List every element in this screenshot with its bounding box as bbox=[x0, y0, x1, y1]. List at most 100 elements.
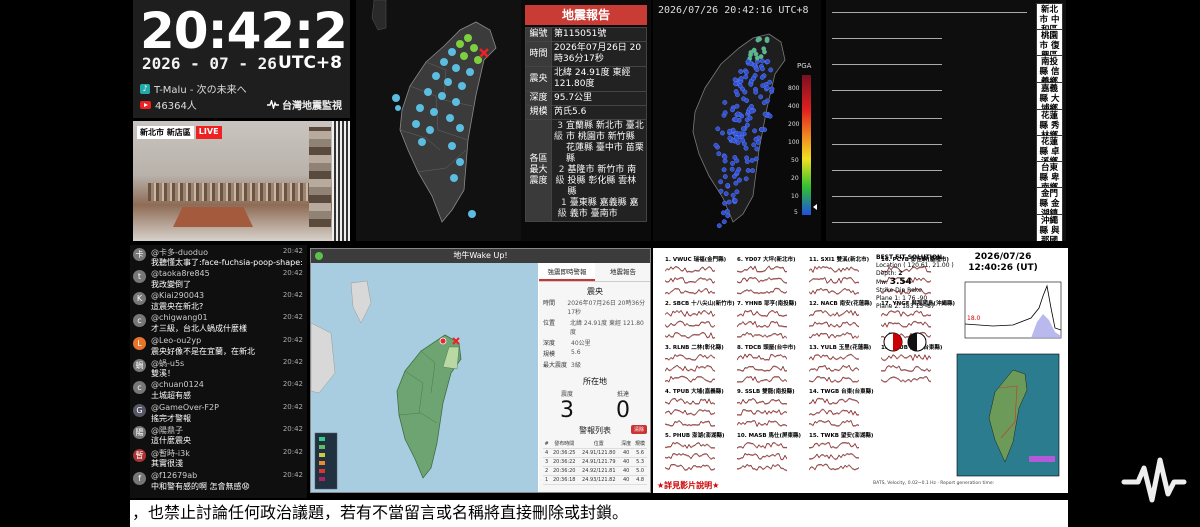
chat-time: 20:42 bbox=[282, 380, 303, 388]
bfs-location: Location ( 120.61, 21.00 ) bbox=[876, 262, 954, 269]
pga-map-svg: PGA 800 400 200 100 50 20 10 5 bbox=[692, 33, 817, 229]
pga-color-scale bbox=[802, 75, 811, 215]
alarm-cell: 2 bbox=[543, 466, 551, 476]
legend-swatch bbox=[319, 469, 325, 473]
pga-scale-label: 5 bbox=[794, 209, 798, 216]
alarm-row[interactable]: 1 20:36:18 24.93/121.82 40 4.8 bbox=[543, 475, 647, 485]
info-value: 3級 bbox=[571, 362, 581, 369]
pga-station-dot bbox=[733, 135, 739, 141]
avatar: c bbox=[133, 381, 146, 394]
generation-time: Report generation time: bbox=[940, 481, 995, 486]
station-marker bbox=[439, 337, 447, 345]
alarm-cell: 5.3 bbox=[633, 457, 647, 467]
pga-station-dot bbox=[733, 89, 739, 94]
legend-swatch bbox=[319, 477, 325, 481]
wakeup-map-svg bbox=[311, 280, 462, 490]
alarm-row[interactable]: 4 20:36:25 24.91/121.80 40 5.6 bbox=[543, 448, 647, 458]
pga-station-dot bbox=[732, 155, 738, 160]
clock-time: 20:42:28 bbox=[140, 2, 350, 60]
report-row: 規模 芮氏5.6 bbox=[525, 105, 647, 120]
alarm-row[interactable]: 3 20:36:22 24.91/121.79 40 5.3 bbox=[543, 457, 647, 467]
alarm-row[interactable]: 2 20:36:20 24.92/121.81 40 5.0 bbox=[543, 466, 647, 476]
pga-station-dot bbox=[745, 59, 751, 64]
pga-station-dot bbox=[759, 127, 765, 132]
webcam-tag: 新北市 新店區 LIVE bbox=[137, 126, 222, 139]
pga-station-dot bbox=[750, 168, 756, 174]
pga-station-dot bbox=[765, 59, 771, 64]
report-value: 95.7公里 bbox=[551, 91, 647, 106]
avatar: 暫 bbox=[133, 449, 146, 462]
station-list: 新北市 中和區 桃園市 復興區 南投縣 信義鄉 嘉義縣 大埔鄉 花蓮縣 秀林鄉 … bbox=[826, 0, 1066, 241]
pga-timestamp: 2026/07/26 20:42:16 UTC+8 bbox=[658, 5, 809, 16]
pga-station-dot bbox=[767, 79, 773, 85]
station-trace bbox=[832, 90, 942, 91]
report-table: 編號 第115051號 時間 2026年07月26日 20時36分17秒 震央 北緯 … bbox=[525, 27, 647, 222]
chat-time: 20:42 bbox=[282, 291, 303, 299]
chat-time: 20:42 bbox=[282, 425, 303, 433]
arrive-value: 0 bbox=[616, 398, 630, 423]
synthetic-line bbox=[665, 365, 715, 373]
window-titlebar[interactable]: 地牛Wake Up! bbox=[311, 249, 650, 263]
alarm-cell: 4.8 bbox=[633, 475, 647, 485]
waveform bbox=[809, 265, 859, 296]
pga-station-dot bbox=[753, 89, 759, 95]
synthetic-line bbox=[737, 288, 787, 295]
pga-station-dot bbox=[713, 142, 719, 148]
level-areas: 宜蘭縣 新北市 臺北市 桃園市 新竹縣 花蓮縣 臺中市 苗栗縣 bbox=[566, 121, 644, 164]
station-name: 11. SXI1 雙溪(新北市) bbox=[809, 257, 870, 263]
alarm-title: 警報列表 bbox=[579, 426, 611, 435]
waveform bbox=[737, 353, 787, 384]
moment-tensor-panel: 1. VWUC 瑞福(金門縣) 2. SBCB 十八尖山(新竹市) 3. RLNB … bbox=[653, 248, 1068, 493]
youtube-icon bbox=[140, 100, 151, 109]
live-badge: LIVE bbox=[195, 126, 222, 139]
pga-station-dot bbox=[715, 126, 721, 132]
pga-station-dot bbox=[760, 83, 766, 89]
clear-alarms-button[interactable]: 清除 bbox=[630, 425, 647, 434]
waveform-line bbox=[737, 331, 787, 339]
alarm-cell: 40 bbox=[619, 466, 634, 476]
chat-message: 陽 @陽鼎子 這什麼震央 20:42 bbox=[132, 425, 305, 447]
seismogram-trace: 3. RLNB 二林(彰化縣) bbox=[665, 344, 735, 384]
info-value: 2026年07月26日 20時36分17秒 bbox=[567, 300, 646, 316]
synthetic-line bbox=[737, 321, 787, 329]
now-playing: ♪ T-Malu - 次の未来へ bbox=[140, 81, 247, 96]
chat-text: 才三級，台北人蝸成什麼樣 bbox=[151, 324, 247, 333]
pga-map: 2026/07/26 20:42:16 UTC+8 PGA 800 400 20… bbox=[653, 0, 821, 241]
clock-timezone: UTC+8 bbox=[278, 53, 342, 73]
wakeup-sidebar: 強震即時警報 地震報告 震央 時間 2026年07月26日 20時36分17秒 位… bbox=[539, 263, 650, 492]
pga-station-dot bbox=[736, 131, 742, 137]
seismogram-trace: 9. SSLB 雙龍(南投縣) bbox=[737, 388, 807, 428]
chat-time: 20:42 bbox=[282, 247, 303, 255]
tab-realtime-alert[interactable]: 強震即時警報 bbox=[539, 263, 595, 281]
alarm-cell: 24.91/121.80 bbox=[578, 448, 620, 458]
tab-report[interactable]: 地震報告 bbox=[595, 263, 650, 281]
seismogram-trace: 15. TWKB 望安(澎湖縣) bbox=[809, 432, 879, 471]
avatar: 陽 bbox=[133, 426, 146, 439]
chat-time: 20:42 bbox=[282, 471, 303, 479]
pga-station-dot bbox=[738, 76, 744, 81]
pga-station-dot bbox=[722, 100, 728, 105]
legend-swatch bbox=[319, 461, 325, 465]
window-status-icon bbox=[315, 252, 323, 260]
chat-text: 中和警有感的啊 怎會無感😧 bbox=[151, 482, 250, 491]
avatar: L bbox=[133, 337, 146, 350]
waveform-line bbox=[665, 420, 715, 427]
alarm-header: 規模 bbox=[633, 439, 647, 449]
pga-station-dot bbox=[716, 151, 722, 157]
info-key: 規模 bbox=[543, 351, 556, 358]
bfs-depth-value: 2 bbox=[898, 270, 903, 277]
sand-base bbox=[173, 207, 253, 227]
webcam-edge bbox=[332, 121, 350, 241]
chat-message: G @GameOver-F2P 搖完才警報 20:42 bbox=[132, 403, 305, 425]
location-values: 3 0 bbox=[539, 398, 650, 423]
pga-station-dot bbox=[734, 170, 740, 175]
info-key: 位置 bbox=[543, 320, 556, 327]
synthetic-line bbox=[737, 354, 787, 361]
focal-mechanisms bbox=[883, 332, 927, 352]
pga-station-dot bbox=[725, 213, 731, 219]
earthquake-report: 地震報告 編號 第115051號 時間 2026年07月26日 20時36分17秒 … bbox=[521, 0, 651, 241]
bfs-mw-label: Mw: bbox=[876, 279, 888, 286]
wakeup-map[interactable] bbox=[311, 263, 538, 492]
report-row: 編號 第115051號 bbox=[525, 27, 647, 42]
chat-message: t @taoka8re845 我改變倒了 20:42 bbox=[132, 269, 305, 291]
